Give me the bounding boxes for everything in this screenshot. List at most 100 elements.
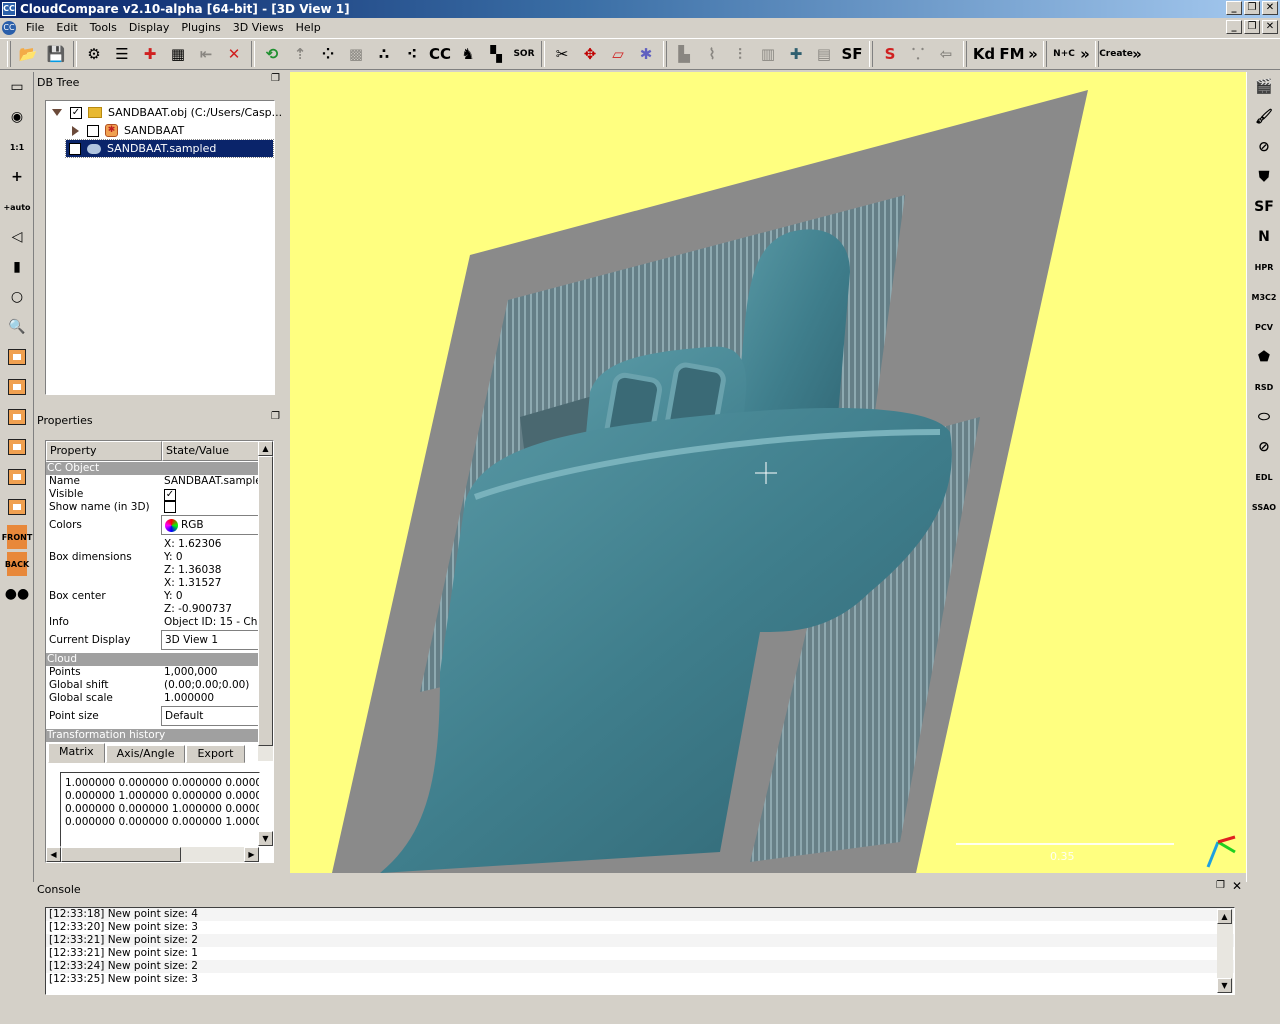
sf-plugin-icon[interactable]: SF: [1249, 192, 1279, 222]
properties-float-icon[interactable]: ❐: [271, 411, 280, 422]
properties-gear-icon[interactable]: ⚙: [80, 40, 108, 68]
point-size-select[interactable]: Default: [161, 706, 259, 726]
normals-icon[interactable]: ⇡: [286, 40, 314, 68]
camera-icon[interactable]: ◉: [2, 102, 32, 132]
subsample-icon[interactable]: ∴: [370, 40, 398, 68]
no-shader-icon[interactable]: ⊘: [1249, 432, 1279, 462]
scroll-thumb[interactable]: [258, 456, 273, 746]
hscroll-thumb[interactable]: [61, 847, 181, 862]
menu-edit[interactable]: Edit: [50, 20, 83, 36]
pivot-crosshair-icon[interactable]: +: [2, 162, 32, 192]
db-tree-float-icon[interactable]: ❐: [271, 73, 280, 84]
view-top-icon[interactable]: [2, 342, 32, 372]
console-close-icon[interactable]: ✕: [1232, 879, 1242, 893]
canupo-icon[interactable]: Create: [1099, 40, 1133, 68]
menu-3d-views[interactable]: 3D Views: [227, 20, 290, 36]
scroll-up-arrow-icon[interactable]: ▲: [1217, 909, 1232, 924]
properties-hscrollbar[interactable]: ◀ ▶: [46, 847, 259, 862]
hpr-icon[interactable]: HPR: [1249, 252, 1279, 282]
translate-rotate-icon[interactable]: ✥: [576, 40, 604, 68]
color-scale-icon[interactable]: ▦: [164, 40, 192, 68]
tab-export[interactable]: Export: [186, 745, 245, 763]
mdi-restore-button[interactable]: ❐: [1244, 20, 1260, 34]
sand-icon[interactable]: ♞: [454, 40, 482, 68]
console-float-icon[interactable]: ❐: [1216, 880, 1225, 891]
add-point-icon[interactable]: ✚: [136, 40, 164, 68]
mdi-app-icon[interactable]: CC: [2, 21, 16, 35]
view-screenshot-icon[interactable]: ▭: [2, 72, 32, 102]
fast-marching-icon[interactable]: FM: [998, 40, 1026, 68]
point-picking-icon[interactable]: ✱: [632, 40, 660, 68]
zoom-magnifier-icon[interactable]: 🔍: [2, 312, 32, 342]
merge-icon[interactable]: ⇤: [192, 40, 220, 68]
menu-help[interactable]: Help: [290, 20, 327, 36]
scroll-down-arrow-icon[interactable]: ▼: [258, 831, 273, 846]
mdi-minimize-button[interactable]: _: [1226, 20, 1242, 34]
sample-points-icon[interactable]: ⁘: [314, 40, 342, 68]
tab-axis-angle[interactable]: Axis/Angle: [105, 745, 186, 763]
sf-filter-icon[interactable]: ⫶: [726, 40, 754, 68]
rsd-icon[interactable]: RSD: [1249, 372, 1279, 402]
segment-scissors-icon[interactable]: ✂: [548, 40, 576, 68]
more-chevron-icon-2[interactable]: »: [1078, 40, 1092, 68]
scroll-left-arrow-icon[interactable]: ◀: [46, 847, 61, 862]
column-header-value[interactable]: State/Value: [162, 441, 259, 461]
tree-item-obj[interactable]: ✓ SANDBAAT.obj (C:/Users/Casp...: [52, 104, 282, 121]
light-icon[interactable]: ○: [2, 282, 32, 312]
menu-plugins[interactable]: Plugins: [175, 20, 226, 36]
ellipse-icon[interactable]: ⬭: [1249, 402, 1279, 432]
colors-select[interactable]: RGB: [161, 515, 259, 535]
3d-view-canvas[interactable]: 0.35: [290, 72, 1246, 873]
more-chevron-icon-3[interactable]: »: [1130, 40, 1144, 68]
open-icon[interactable]: 📂: [14, 40, 42, 68]
properties-vscrollbar[interactable]: ▲: [258, 441, 273, 761]
menu-tools[interactable]: Tools: [84, 20, 123, 36]
tab-matrix[interactable]: Matrix: [48, 743, 105, 763]
view-front-iso-icon[interactable]: FRONT: [2, 525, 32, 549]
scroll-right-arrow-icon[interactable]: ▶: [244, 847, 259, 862]
column-header-property[interactable]: Property: [46, 441, 162, 461]
ssao-shader-icon[interactable]: SSAO: [1249, 492, 1279, 522]
list-icon[interactable]: ☰: [108, 40, 136, 68]
mesh-icon[interactable]: ▩: [342, 40, 370, 68]
view-back-iso-icon[interactable]: BACK: [5, 552, 29, 576]
tree-checkbox[interactable]: ✓: [70, 106, 82, 119]
prop-name-value[interactable]: SANDBAAT.sampled: [164, 475, 260, 488]
object-mode-icon[interactable]: ▮: [2, 252, 32, 282]
compass-icon[interactable]: ⊘: [1249, 132, 1279, 162]
view-right-icon[interactable]: [2, 462, 32, 492]
noise-filter-icon[interactable]: ⁖: [398, 40, 426, 68]
tree-item-cloud-selected[interactable]: ✓ SANDBAAT.sampled: [65, 139, 274, 158]
close-button[interactable]: ✕: [1262, 1, 1278, 15]
tree-item-mesh[interactable]: ✱ SANDBAAT: [72, 122, 184, 139]
delete-icon[interactable]: ✕: [220, 40, 248, 68]
scatter-fit-icon[interactable]: ⸪: [904, 40, 932, 68]
brush-icon[interactable]: 🖌: [1249, 102, 1279, 132]
sor-filter-icon[interactable]: SOR: [510, 40, 538, 68]
zoom-1-to-1-icon[interactable]: 1:1: [2, 132, 32, 162]
north-arrow-icon[interactable]: N: [1249, 222, 1279, 252]
checkerboard-icon[interactable]: ▚: [482, 40, 510, 68]
animation-clapper-icon[interactable]: 🎬: [1249, 72, 1279, 102]
minimize-button[interactable]: _: [1226, 1, 1242, 15]
tree-checkbox[interactable]: ✓: [69, 142, 81, 155]
view-front-face-icon[interactable]: [2, 372, 32, 402]
view-left-icon[interactable]: [2, 402, 32, 432]
stereo-icon[interactable]: ●●: [2, 579, 32, 609]
menu-file[interactable]: File: [20, 20, 50, 36]
sf-delete-icon[interactable]: ▥: [754, 40, 782, 68]
tree-checkbox[interactable]: [87, 124, 99, 137]
console-vscrollbar[interactable]: ▲ ▼: [1217, 909, 1233, 993]
cloud-compare-icon[interactable]: CC: [426, 40, 454, 68]
calculator-icon[interactable]: ▤: [810, 40, 838, 68]
visible-checkbox[interactable]: ✓: [164, 489, 176, 501]
m3c2-points-icon[interactable]: M3C2: [1249, 282, 1279, 312]
collapse-arrow-icon[interactable]: [72, 125, 79, 136]
register-icon[interactable]: ⟲: [258, 40, 286, 68]
polygon-green-icon[interactable]: ⬟: [1249, 342, 1279, 372]
pivot-auto-icon[interactable]: +auto: [2, 192, 32, 222]
export-icon[interactable]: ⇦: [932, 40, 960, 68]
view-back-face-icon[interactable]: [2, 432, 32, 462]
sf-colorbar-icon[interactable]: SF: [838, 40, 866, 68]
save-icon[interactable]: 💾: [42, 40, 70, 68]
